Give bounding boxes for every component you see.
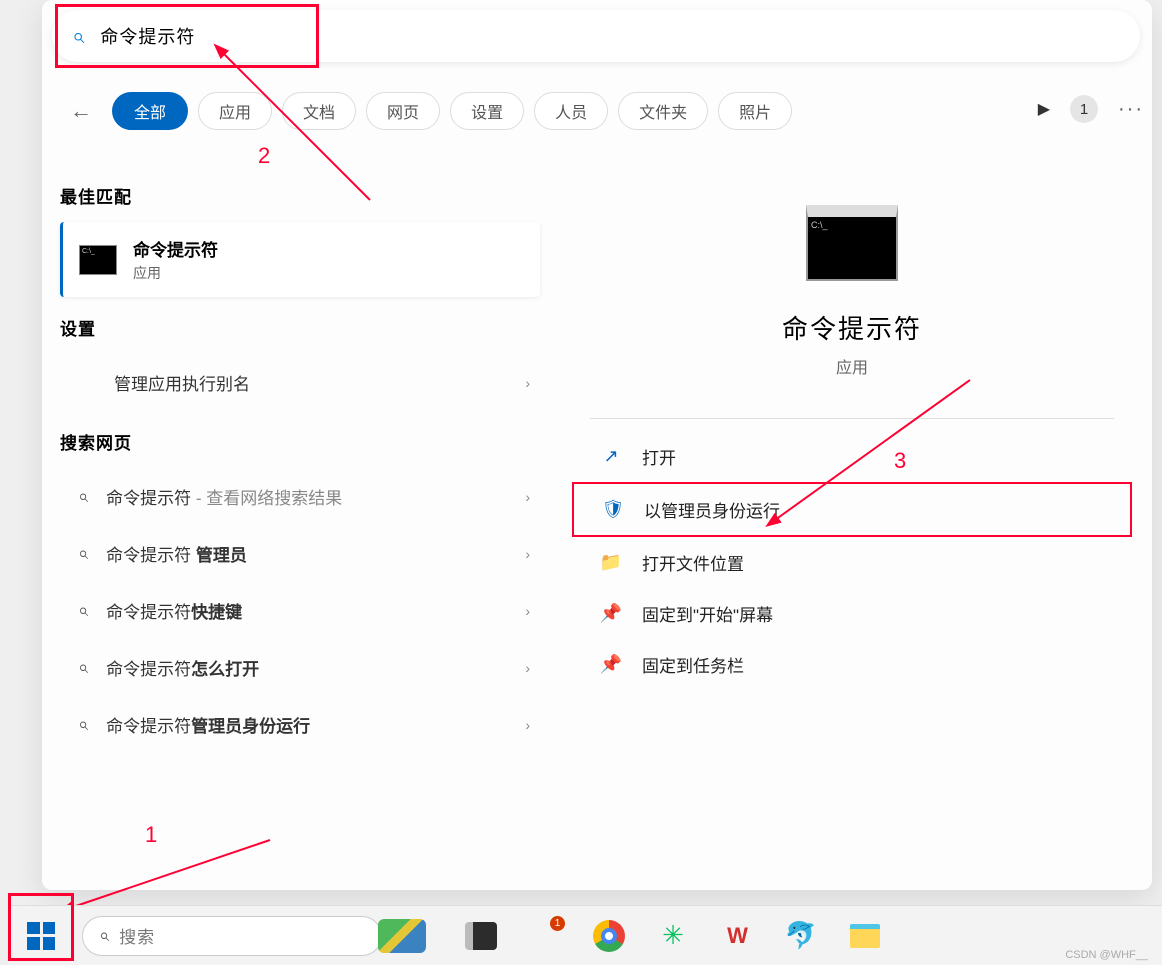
shield-icon: 🛡 (602, 499, 624, 521)
chevron-right-icon: › (525, 546, 530, 562)
section-best-match: 最佳匹配 (60, 183, 540, 208)
web-prefix: 命令提示符 (106, 717, 191, 736)
firefox-icon[interactable]: 1 (528, 919, 562, 953)
web-result-4[interactable]: ⌕ 命令提示符管理员身份运行 › (60, 696, 540, 753)
web-bold: 管理员身份运行 (191, 717, 310, 736)
web-prefix: 命令提示符 (106, 603, 191, 622)
search-icon: ⌕ (78, 543, 88, 564)
web-bold: 管理员 (196, 546, 247, 565)
tab-web[interactable]: 网页 (366, 92, 440, 130)
results-column: 最佳匹配 命令提示符 应用 设置 管理应用执行别名 › 搜索网页 ⌕ 命令提示符… (60, 165, 540, 753)
tab-all[interactable]: 全部 (112, 92, 188, 130)
tab-folders[interactable]: 文件夹 (618, 92, 708, 130)
web-result-1[interactable]: ⌕ 命令提示符 管理员 › (60, 525, 540, 582)
tab-docs[interactable]: 文档 (282, 92, 356, 130)
taskbar-apps: 1 ✳ W 🐬 (464, 919, 882, 953)
section-settings: 设置 (60, 315, 540, 340)
chevron-right-icon: › (525, 603, 530, 619)
dolphin-icon[interactable]: 🐬 (784, 919, 818, 953)
app-subtitle: 应用 (836, 354, 868, 378)
tab-people[interactable]: 人员 (534, 92, 608, 130)
settings-item-text: 管理应用执行别名 (114, 370, 250, 395)
taskbar-search[interactable]: ⌕ 搜索 (82, 916, 382, 956)
search-bar[interactable]: ⌕ (52, 10, 1140, 62)
best-match-title: 命令提示符 (133, 236, 218, 261)
account-badge[interactable]: 1 (1070, 95, 1098, 123)
wechat-icon[interactable]: ✳ (656, 919, 690, 953)
action-label: 打开 (642, 444, 676, 469)
watermark: CSDN @WHF__ (1065, 949, 1148, 961)
web-bold: 怎么打开 (191, 660, 259, 679)
tab-apps[interactable]: 应用 (198, 92, 272, 130)
web-prefix: 命令提示符 (106, 489, 191, 508)
action-run-admin[interactable]: 🛡 以管理员身份运行 (572, 482, 1132, 537)
windows-logo-icon (27, 922, 55, 950)
web-bold: 快捷键 (191, 603, 242, 622)
detail-column: 命令提示符 应用 ↗ 打开 🛡 以管理员身份运行 📁 打开文件位置 📌 固定到"… (572, 155, 1132, 690)
web-prefix: 命令提示符 (106, 546, 196, 565)
top-right-controls: ▶ 1 ··· (1038, 95, 1144, 123)
action-label: 打开文件位置 (642, 550, 744, 575)
action-label: 固定到任务栏 (642, 652, 744, 677)
play-icon[interactable]: ▶ (1038, 99, 1050, 119)
taskbar: ⌕ 搜索 1 ✳ W 🐬 (8, 905, 1162, 965)
action-label: 以管理员身份运行 (644, 497, 780, 522)
search-icon: ⌕ (78, 486, 88, 507)
web-prefix: 命令提示符 (106, 660, 191, 679)
search-icon: ⌕ (78, 657, 88, 678)
web-suffix: - 查看网络搜索结果 (191, 489, 342, 508)
search-icon: ⌕ (72, 23, 84, 49)
chrome-icon[interactable] (592, 919, 626, 953)
cmd-icon-large (806, 205, 898, 281)
tab-photos[interactable]: 照片 (718, 92, 792, 130)
search-icon: ⌕ (78, 600, 88, 621)
search-icon: ⌕ (99, 925, 109, 946)
chevron-right-icon: › (525, 375, 530, 391)
best-match-subtitle: 应用 (133, 263, 218, 283)
web-result-0[interactable]: ⌕ 命令提示符 - 查看网络搜索结果 › (60, 468, 540, 525)
divider (590, 418, 1114, 419)
taskbar-widget-icon[interactable] (378, 919, 426, 953)
action-open[interactable]: ↗ 打开 (572, 431, 1132, 482)
action-label: 固定到"开始"屏幕 (642, 601, 773, 626)
search-icon: ⌕ (78, 714, 88, 735)
chevron-right-icon: › (525, 489, 530, 505)
back-arrow-icon[interactable]: ← (70, 98, 92, 124)
web-result-3[interactable]: ⌕ 命令提示符怎么打开 › (60, 639, 540, 696)
chevron-right-icon: › (525, 717, 530, 733)
folder-icon: 📁 (600, 552, 622, 574)
open-icon: ↗ (600, 446, 622, 468)
section-web: 搜索网页 (60, 429, 540, 454)
action-open-location[interactable]: 📁 打开文件位置 (572, 537, 1132, 588)
pin-icon: 📌 (600, 603, 622, 625)
app-title: 命令提示符 (782, 309, 922, 346)
tab-settings[interactable]: 设置 (450, 92, 524, 130)
settings-item-alias[interactable]: 管理应用执行别名 › (60, 354, 540, 411)
action-pin-taskbar[interactable]: 📌 固定到任务栏 (572, 639, 1132, 690)
wps-icon[interactable]: W (720, 919, 754, 953)
pin-icon: 📌 (600, 654, 622, 676)
notification-badge: 1 (550, 916, 565, 931)
app-preview: 命令提示符 应用 (572, 205, 1132, 378)
web-result-2[interactable]: ⌕ 命令提示符快捷键 › (60, 582, 540, 639)
taskview-icon[interactable] (464, 919, 498, 953)
best-match-item[interactable]: 命令提示符 应用 (60, 222, 540, 297)
taskbar-search-placeholder: 搜索 (119, 923, 155, 948)
cmd-icon (79, 245, 117, 275)
start-button[interactable] (14, 912, 68, 960)
action-pin-start[interactable]: 📌 固定到"开始"屏幕 (572, 588, 1132, 639)
more-icon[interactable]: ··· (1118, 98, 1144, 121)
explorer-icon[interactable] (848, 919, 882, 953)
search-input[interactable] (100, 26, 1120, 47)
filter-tabs: ← 全部 应用 文档 网页 设置 人员 文件夹 照片 (70, 92, 792, 130)
chevron-right-icon: › (525, 660, 530, 676)
